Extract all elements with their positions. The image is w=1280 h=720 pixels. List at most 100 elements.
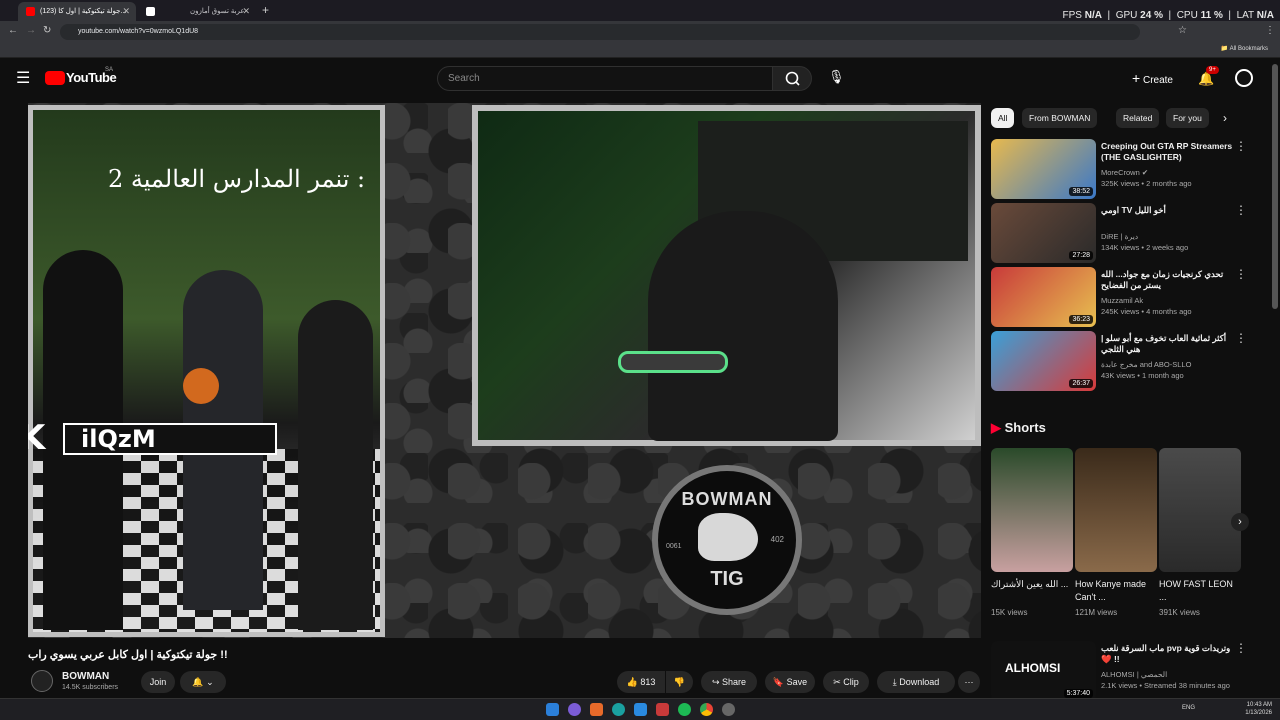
video-thumbnail[interactable]: 27:28 — [991, 203, 1096, 263]
shorts-next-icon[interactable]: › — [1231, 513, 1249, 531]
new-tab-icon[interactable]: + — [262, 3, 269, 17]
youtube-header: ☰ YouTube SA Search 🎙 + Create 🔔 9+ — [0, 58, 1280, 100]
app-icon[interactable] — [612, 703, 625, 716]
subscribe-bell-button[interactable]: 🔔 ⌄ — [180, 671, 226, 693]
forward-icon[interactable]: → — [26, 25, 36, 36]
chevron-right-icon[interactable]: › — [1223, 111, 1227, 125]
shorts-icon: ▶ — [991, 420, 1001, 435]
bookmark-icon: 🔖 — [772, 677, 785, 687]
short-thumbnail[interactable] — [1075, 448, 1157, 572]
short-views: 391K views — [1159, 608, 1200, 617]
spotify-icon[interactable] — [678, 703, 691, 716]
search-button[interactable] — [772, 66, 812, 91]
recommendation-item[interactable]: 26:37 أكثر ثماثية العاب تخوف مع أبو سلو … — [991, 331, 1251, 391]
close-tab-icon[interactable]: ✕ — [122, 2, 130, 21]
tab-amazon[interactable]: عربة تسوق أمازون ✕ — [138, 2, 256, 21]
thumbs-down-icon: 👎 — [673, 677, 686, 687]
video-thumbnail[interactable]: 26:37 — [991, 331, 1096, 391]
subscriber-count: 14.5K subscribers — [62, 684, 119, 691]
language-indicator[interactable]: ENG — [1182, 705, 1195, 711]
settings-gear-icon[interactable] — [722, 703, 735, 716]
k-logo-icon: K — [28, 418, 46, 458]
notifications-button[interactable]: 🔔 9+ — [1198, 66, 1219, 88]
more-options-icon[interactable]: ⋮ — [1235, 140, 1247, 152]
chrome-icon[interactable] — [700, 703, 713, 716]
like-button[interactable]: 👍 813 — [617, 671, 665, 693]
recommendation-item[interactable]: ALHOMSI 5:37:40 ماب السرقة نلعب pvp وتري… — [991, 641, 1251, 701]
save-button[interactable]: 🔖 Save — [765, 671, 815, 693]
app-icon[interactable] — [590, 703, 603, 716]
chevron-down-icon: ⌄ — [206, 677, 214, 687]
close-tab-icon[interactable]: ✕ — [242, 2, 250, 21]
more-actions-button[interactable]: ⋯ — [958, 671, 980, 693]
join-button[interactable]: Join — [141, 671, 175, 693]
dislike-button[interactable]: 👎 — [666, 671, 693, 693]
channel-avatar[interactable] — [31, 670, 53, 692]
download-button[interactable]: ⤓ Download — [877, 671, 955, 693]
search-icon — [785, 71, 800, 86]
hamburger-menu-icon[interactable]: ☰ — [16, 68, 30, 88]
recommendation-item[interactable]: 27:28 اومي TV أخو الليل DiRE | ديرة 134K… — [991, 203, 1251, 263]
eagle-emblem-icon — [698, 513, 758, 561]
tiktok-clip-frame: تنمر المدارس العالمية 2 : K ilQzM — [28, 105, 385, 637]
tab-title: عربة تسوق أمازون — [190, 8, 245, 15]
short-title[interactable]: HOW FAST LEON ... — [1159, 578, 1237, 604]
menu-icon[interactable]: ⋮ — [1265, 25, 1275, 36]
create-button[interactable]: + Create — [1132, 67, 1173, 89]
scissors-icon: ✂ — [833, 677, 841, 687]
share-button[interactable]: ↪ Share — [701, 671, 757, 693]
app-icon[interactable] — [568, 703, 581, 716]
video-thumbnail[interactable]: 38:52 — [991, 139, 1096, 199]
microphone-icon — [618, 351, 728, 373]
basketball-icon — [183, 368, 219, 404]
youtube-favicon — [26, 7, 35, 16]
app-icon[interactable] — [656, 703, 669, 716]
video-player[interactable]: تنمر المدارس العالمية 2 : K ilQzM BOWMAN… — [28, 103, 981, 638]
recommendations-sidebar: All From BOWMAN Related For you › 38:52 … — [991, 103, 1251, 701]
short-views: 15K views — [991, 608, 1028, 617]
more-options-icon[interactable]: ⋮ — [1235, 268, 1247, 280]
more-options-icon[interactable]: ⋮ — [1235, 332, 1247, 344]
chip-related[interactable]: Related — [1116, 108, 1160, 128]
video-caption: تنمر المدارس العالمية 2 : — [108, 165, 366, 193]
thumbs-up-icon: 👍 — [626, 677, 638, 687]
browser-tab-strip: (123) جولة تيكتوكية | اول كا... ✕ عربة ت… — [0, 0, 1280, 21]
windows-start-icon[interactable] — [546, 703, 559, 716]
reload-icon[interactable]: ↻ — [43, 25, 51, 36]
video-thumbnail[interactable]: ALHOMSI 5:37:40 — [991, 641, 1096, 701]
person-silhouette — [298, 300, 373, 630]
url-field[interactable]: youtube.com/watch?v=0wzmoLQ1dU8 — [60, 24, 1140, 40]
avatar[interactable] — [1235, 69, 1253, 87]
streamer-name-box: ilQzM — [63, 423, 277, 455]
short-title[interactable]: How Kanye made Can't ... — [1075, 578, 1153, 604]
back-icon[interactable]: ← — [8, 25, 18, 36]
video-thumbnail[interactable]: 36:23 — [991, 267, 1096, 327]
short-thumbnail[interactable] — [991, 448, 1073, 572]
page-scrollbar[interactable] — [1272, 64, 1278, 309]
app-icon[interactable] — [634, 703, 647, 716]
youtube-play-icon — [45, 71, 65, 85]
address-bar-row: ← → ↻ youtube.com/watch?v=0wzmoLQ1dU8 ☆ … — [0, 21, 1280, 43]
taskbar-clock[interactable]: 10:43 AM 1/13/2026 — [1245, 701, 1272, 717]
shorts-header: ▶ Shorts — [991, 420, 1046, 435]
share-icon: ↪ — [711, 677, 720, 687]
bookmark-star-icon[interactable]: ☆ — [1178, 25, 1187, 36]
more-options-icon[interactable]: ⋮ — [1235, 642, 1247, 654]
chip-from-bowman[interactable]: From BOWMAN — [1022, 108, 1098, 128]
more-options-icon[interactable]: ⋮ — [1235, 204, 1247, 216]
short-title[interactable]: الله يعين الأشتراك ... — [991, 578, 1069, 591]
clip-button[interactable]: ✂ Clip — [823, 671, 869, 693]
recommendation-item[interactable]: 36:23 تحدي كرنجيات زمان مع جواد... الله … — [991, 267, 1251, 327]
search-input[interactable]: Search — [437, 66, 773, 91]
notification-badge: 9+ — [1206, 66, 1219, 74]
short-thumbnail[interactable] — [1159, 448, 1241, 572]
chip-all[interactable]: All — [991, 108, 1015, 128]
recommendation-item[interactable]: 38:52 Creeping Out GTA RP Streamers (THE… — [991, 139, 1251, 199]
all-bookmarks-button[interactable]: 📁 All Bookmarks — [1221, 45, 1268, 52]
video-title: جولة تيكتوكية | اول كابل عربي يسوي راب !… — [28, 649, 228, 661]
channel-name[interactable]: BOWMAN — [62, 671, 109, 682]
mic-icon[interactable]: 🎙 — [828, 69, 845, 85]
download-icon: ⤓ — [892, 677, 897, 687]
chip-for-you[interactable]: For you — [1166, 108, 1209, 128]
tab-youtube[interactable]: (123) جولة تيكتوكية | اول كا... ✕ — [18, 2, 136, 21]
